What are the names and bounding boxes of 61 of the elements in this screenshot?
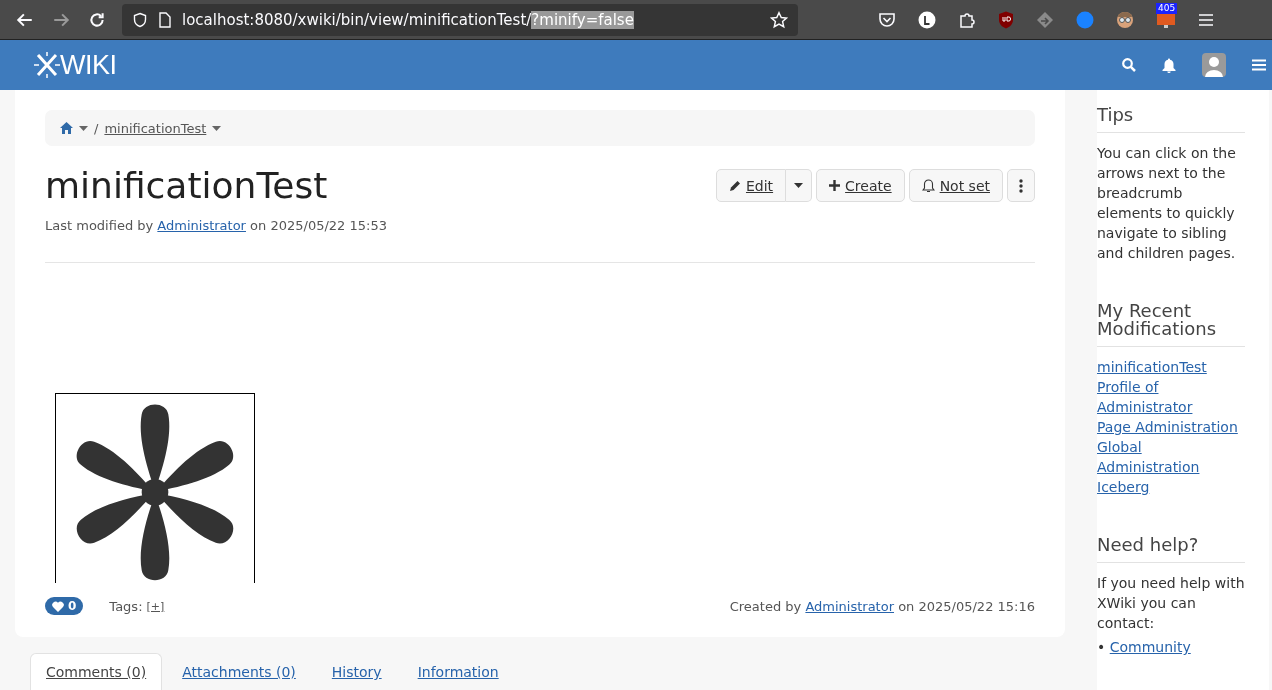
vertical-dots-icon (1019, 178, 1023, 193)
pocket-icon[interactable] (878, 11, 896, 28)
face-icon[interactable] (1116, 10, 1134, 29)
caret-icon[interactable] (212, 125, 222, 131)
tags-label: Tags: (109, 598, 143, 614)
recent-page-link[interactable]: Page Administration (1097, 417, 1245, 437)
url-text: localhost:8080/xwiki/bin/view/minificationTest/ (182, 10, 532, 29)
search-icon[interactable] (1122, 58, 1136, 72)
recent-page-link[interactable]: minificationTest (1097, 357, 1245, 377)
tab[interactable]: History (315, 653, 398, 690)
shield-extension-icon[interactable] (998, 10, 1014, 29)
caret-icon (794, 183, 804, 188)
extension-badge: 405 (1156, 2, 1178, 14)
edit-menu-button[interactable] (786, 169, 813, 202)
panel-title: Need help? (1097, 536, 1245, 563)
heart-icon (52, 600, 64, 612)
reload-icon[interactable] (88, 10, 106, 29)
help-text: If you need help with XWiki you can contact: (1097, 574, 1245, 633)
recent-page-link[interactable]: Iceberg (1097, 477, 1245, 497)
tips-text: You can click on the arrows next to the breadcrumb elements to quickly navigate to sibling and children pages. (1097, 144, 1237, 263)
bell-icon[interactable] (1162, 57, 1176, 73)
menu-icon[interactable] (1198, 12, 1214, 27)
user-avatar-icon[interactable] (1202, 53, 1226, 77)
edit-button[interactable]: Edit (715, 169, 787, 202)
letter-circle-icon[interactable] (918, 10, 936, 29)
shield-icon (132, 11, 148, 28)
recent-page-link[interactable]: Global Administration (1097, 437, 1245, 477)
watch-button[interactable]: Not set (908, 169, 1003, 202)
logo-text[interactable]: WIKI (60, 51, 117, 79)
caret-icon[interactable] (79, 125, 88, 131)
page-title: minificationTest (45, 166, 329, 206)
snowflake-logo-icon[interactable] (34, 52, 60, 78)
last-modified-text: Last modified by Administrator on 2025/05/22 15:53 (45, 217, 388, 233)
breadcrumb-link[interactable]: minificationTest (104, 120, 207, 136)
plus-icon (829, 180, 841, 191)
bullet: • (1097, 639, 1107, 655)
bell-icon (921, 178, 935, 193)
add-tag-link[interactable]: [+] (146, 599, 165, 613)
tab[interactable]: Comments (0) (30, 653, 163, 690)
community-link[interactable]: Community (1109, 639, 1191, 655)
tab[interactable]: Attachments (0) (166, 653, 312, 690)
address-bar[interactable]: localhost:8080/xwiki/bin/view/minificationTest/?minify=false (122, 3, 798, 36)
author-link[interactable]: Administrator (157, 217, 246, 233)
create-button[interactable]: Create (816, 169, 905, 202)
pencil-icon (728, 179, 741, 192)
more-actions-button[interactable] (1007, 169, 1035, 202)
diamond-arrow-icon[interactable] (1036, 10, 1054, 29)
home-icon[interactable] (60, 122, 73, 134)
panel-title: Tips (1097, 106, 1245, 133)
menu-icon[interactable] (1252, 59, 1266, 71)
author-link[interactable]: Administrator (805, 598, 894, 614)
puzzle-icon[interactable] (958, 10, 976, 29)
created-by-text: Created by Administrator on 2025/05/22 15:16 (729, 598, 1035, 614)
panel-title: My Recent Modifications (1097, 302, 1245, 347)
like-button[interactable]: 0 (45, 597, 84, 615)
star-icon[interactable] (770, 10, 788, 29)
page-icon (158, 11, 172, 28)
breadcrumb-separator: / (94, 120, 99, 136)
selected-url-text: ?minify=false (531, 10, 634, 29)
tab[interactable]: Information (401, 653, 515, 690)
recent-page-link[interactable]: Profile of Administrator (1097, 377, 1245, 417)
